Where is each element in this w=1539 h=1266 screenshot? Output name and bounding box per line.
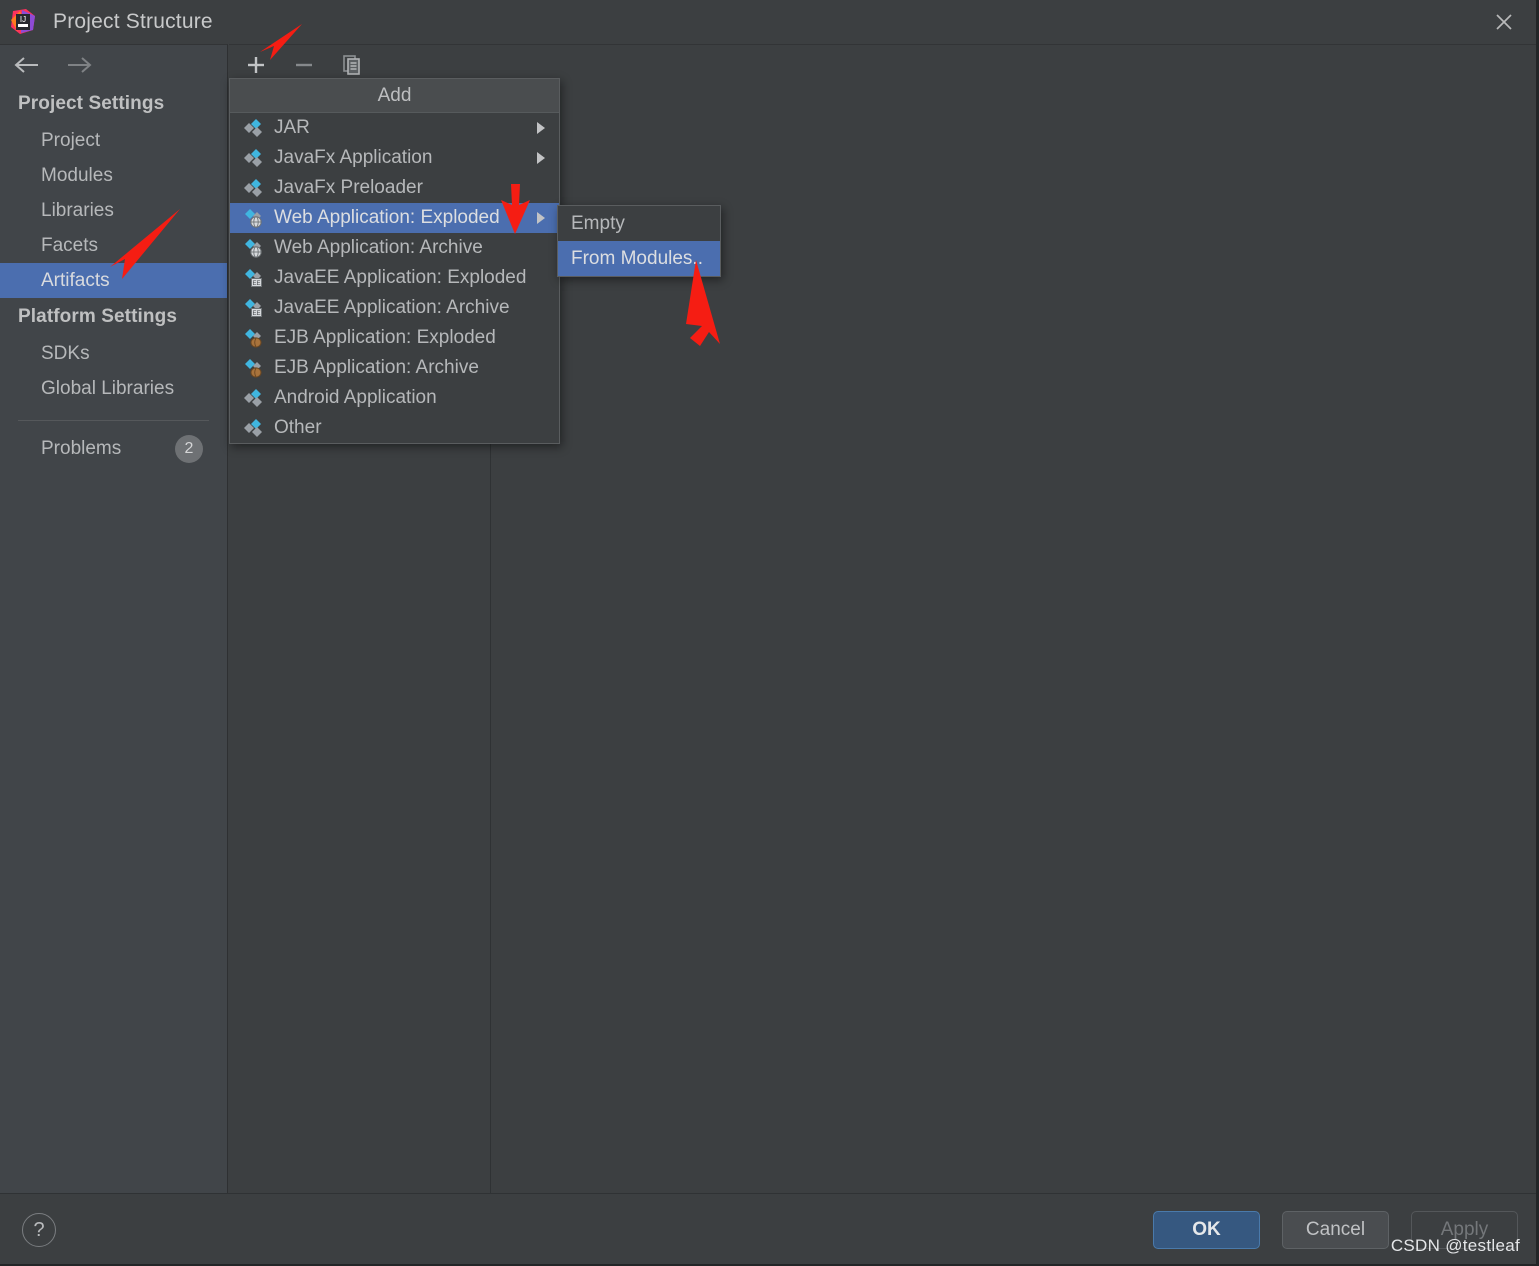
- sidebar-item-global-libraries[interactable]: Global Libraries: [0, 371, 227, 406]
- sidebar-item-project[interactable]: Project: [0, 123, 227, 158]
- menu-item-label: JAR: [274, 117, 310, 138]
- problems-count-badge: 2: [175, 434, 203, 463]
- svg-text:EE: EE: [252, 311, 260, 317]
- project-structure-dialog: IJ Project Structure Project Settings Pr…: [0, 0, 1539, 1266]
- sidebar-item-libraries[interactable]: Libraries: [0, 193, 227, 228]
- sidebar-item-label: Libraries: [41, 199, 114, 221]
- menu-item-javaee-application-exploded[interactable]: EE JavaEE Application: Exploded: [230, 263, 559, 293]
- sidebar-group-title-platform-settings: Platform Settings: [18, 306, 177, 327]
- arrow-left-icon[interactable]: [12, 55, 42, 75]
- dialog-footer: ? OK Cancel Apply CSDN @testleaf: [0, 1193, 1536, 1264]
- artifact-jar-icon: [242, 117, 264, 139]
- add-artifact-menu: Add JAR JavaFx Application JavaFx Preloa…: [229, 78, 560, 444]
- chevron-right-icon: [537, 212, 545, 224]
- artifact-ejb-icon: [242, 327, 264, 349]
- sidebar-nav-arrows: [0, 45, 227, 85]
- sidebar-group-title-project-settings: Project Settings: [18, 93, 165, 114]
- close-icon[interactable]: [1486, 6, 1522, 38]
- chevron-right-icon: [537, 152, 545, 164]
- help-label: ?: [33, 1218, 45, 1241]
- menu-item-javafx-preloader[interactable]: JavaFx Preloader: [230, 173, 559, 203]
- sidebar-item-label: Problems: [41, 437, 122, 459]
- web-application-exploded-submenu: Empty From Modules..: [557, 205, 721, 277]
- svg-text:IJ: IJ: [20, 15, 26, 24]
- intellij-idea-logo-icon: IJ: [9, 8, 37, 36]
- menu-item-ejb-application-exploded[interactable]: EJB Application: Exploded: [230, 323, 559, 353]
- menu-item-ejb-application-archive[interactable]: EJB Application: Archive: [230, 353, 559, 383]
- artifact-javaee-icon: EE: [242, 297, 264, 319]
- menu-item-javafx-application[interactable]: JavaFx Application: [230, 143, 559, 173]
- menu-item-android-application[interactable]: Android Application: [230, 383, 559, 413]
- cancel-button[interactable]: Cancel: [1282, 1211, 1389, 1249]
- svg-text:EE: EE: [252, 281, 260, 287]
- artifact-ejb-icon: [242, 357, 264, 379]
- plus-icon[interactable]: [241, 50, 271, 80]
- menu-item-label: EJB Application: Archive: [274, 357, 479, 378]
- copy-icon[interactable]: [337, 50, 367, 80]
- cancel-button-label: Cancel: [1305, 1219, 1366, 1240]
- window-title: Project Structure: [53, 10, 213, 33]
- submenu-item-from-modules[interactable]: From Modules..: [558, 241, 720, 276]
- sidebar-item-artifacts[interactable]: Artifacts: [0, 263, 227, 298]
- menu-item-label: JavaEE Application: Archive: [274, 297, 510, 318]
- sidebar-item-label: Modules: [41, 164, 113, 186]
- submenu-item-empty[interactable]: Empty: [558, 206, 720, 241]
- help-icon[interactable]: ?: [22, 1213, 56, 1247]
- artifact-javaee-icon: EE: [242, 267, 264, 289]
- sidebar-divider: [18, 420, 209, 421]
- sidebar-item-modules[interactable]: Modules: [0, 158, 227, 193]
- settings-sidebar: Project Settings Project Modules Librari…: [0, 44, 228, 1195]
- ok-button-label: OK: [1192, 1219, 1221, 1240]
- sidebar-item-sdks[interactable]: SDKs: [0, 336, 227, 371]
- sidebar-item-label: Facets: [41, 234, 99, 256]
- menu-item-label: Web Application: Exploded: [274, 207, 500, 228]
- menu-item-label: Other: [274, 417, 322, 438]
- menu-item-label: Web Application: Archive: [274, 237, 483, 258]
- menu-item-label: EJB Application: Exploded: [274, 327, 496, 348]
- artifact-javafx-icon: [242, 147, 264, 169]
- artifact-other-icon: [242, 417, 264, 439]
- menu-item-label: JavaFx Application: [274, 147, 433, 168]
- menu-item-label: JavaEE Application: Exploded: [274, 267, 527, 288]
- menu-item-javaee-application-archive[interactable]: EE JavaEE Application: Archive: [230, 293, 559, 323]
- sidebar-item-facets[interactable]: Facets: [0, 228, 227, 263]
- sidebar-item-label: Project: [41, 129, 101, 151]
- submenu-item-label: From Modules..: [571, 247, 703, 269]
- arrow-right-icon[interactable]: [64, 55, 94, 75]
- menu-item-web-application-exploded[interactable]: Web Application: Exploded: [230, 203, 559, 233]
- minus-icon[interactable]: [289, 50, 319, 80]
- menu-item-label: Android Application: [274, 387, 437, 408]
- title-bar: IJ Project Structure: [0, 0, 1536, 44]
- menu-item-jar[interactable]: JAR: [230, 113, 559, 143]
- menu-item-other[interactable]: Other: [230, 413, 559, 443]
- sidebar-item-label: SDKs: [41, 342, 90, 364]
- add-menu-title: Add: [230, 79, 559, 113]
- sidebar-item-label: Global Libraries: [41, 377, 175, 399]
- artifact-web-icon: [242, 207, 264, 229]
- menu-item-label: JavaFx Preloader: [274, 177, 423, 198]
- watermark: CSDN @testleaf: [1390, 1236, 1520, 1255]
- chevron-right-icon: [537, 122, 545, 134]
- artifact-android-icon: [242, 387, 264, 409]
- sidebar-item-problems[interactable]: Problems 2: [0, 431, 227, 466]
- artifact-web-icon: [242, 237, 264, 259]
- artifact-javafx-icon: [242, 177, 264, 199]
- submenu-item-label: Empty: [571, 212, 625, 234]
- ok-button[interactable]: OK: [1153, 1211, 1260, 1249]
- menu-item-web-application-archive[interactable]: Web Application: Archive: [230, 233, 559, 263]
- sidebar-item-label: Artifacts: [41, 269, 110, 291]
